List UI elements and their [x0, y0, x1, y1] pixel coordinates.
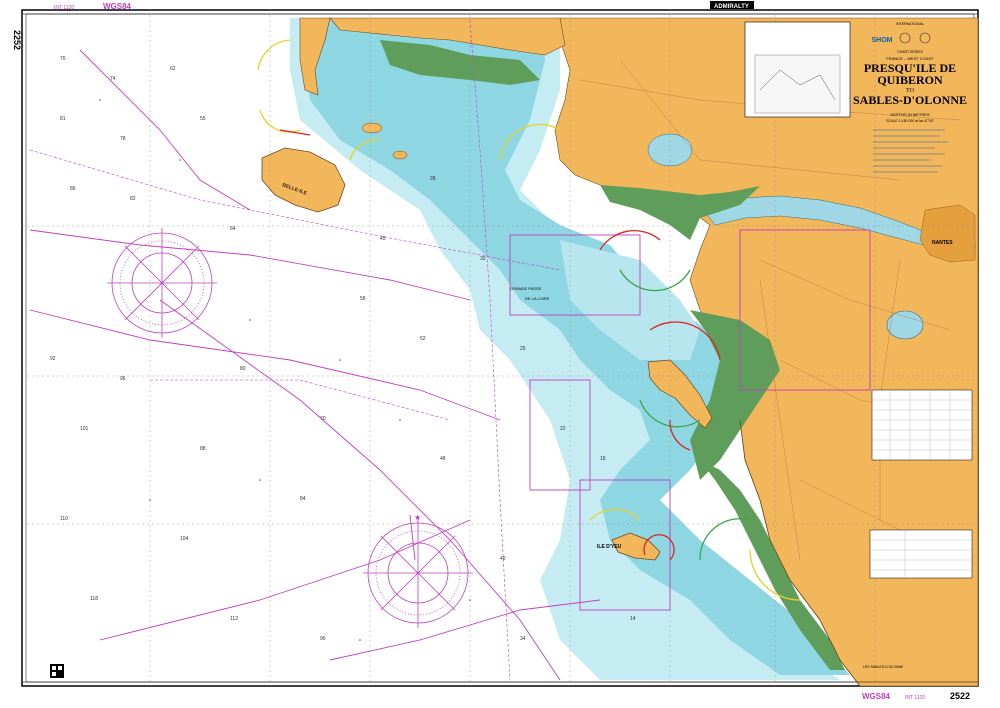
svg-text:25: 25 — [520, 346, 526, 352]
label-de-la-loire: DE LA LOIRE — [525, 296, 550, 301]
int-bottom: INT 1120 — [905, 695, 925, 701]
svg-text:82: 82 — [130, 196, 136, 202]
nautical-chart: 70 74 62 81 78 55 86 82 64 92 96 80 101 88 70 110 1… — [0, 0, 1000, 703]
chart-number-bottom: 2522 — [950, 691, 970, 701]
svg-text:104: 104 — [180, 536, 189, 542]
label-nantes: NANTES — [932, 240, 953, 246]
svg-text:86: 86 — [70, 186, 76, 192]
qr-code — [50, 664, 64, 678]
svg-text:96: 96 — [320, 636, 326, 642]
label-grande-passe: GRANDE PASSE — [510, 286, 542, 291]
title-line-3: SABLES-D'OLONNE — [853, 93, 967, 107]
svg-text:81: 81 — [60, 116, 66, 122]
svg-text:55: 55 — [200, 116, 206, 122]
houat-island — [361, 122, 383, 134]
svg-text:34: 34 — [520, 636, 526, 642]
svg-text:45: 45 — [380, 236, 386, 242]
datum-top: WGS84 — [103, 2, 132, 11]
svg-text:64: 64 — [230, 226, 236, 232]
shom-logo: SHOM — [872, 37, 893, 44]
svg-text:80: 80 — [240, 366, 246, 372]
svg-text:48: 48 — [440, 456, 446, 462]
svg-text:84: 84 — [300, 496, 306, 502]
svg-text:70: 70 — [320, 416, 326, 422]
depth-note: DEPTHS IN METRES — [890, 112, 929, 117]
svg-text:70: 70 — [60, 56, 66, 62]
title-line-2: QUIBERON — [877, 73, 943, 87]
svg-text:88: 88 — [200, 446, 206, 452]
label-sables: LES SABLES-D'OLONNE — [863, 665, 904, 669]
tidal-stream-table — [871, 389, 973, 461]
svg-text:40: 40 — [500, 556, 506, 562]
svg-text:14: 14 — [630, 616, 636, 622]
svg-text:112: 112 — [230, 616, 238, 622]
svg-text:110: 110 — [60, 516, 68, 522]
svg-text:78: 78 — [120, 136, 126, 142]
svg-text:62: 62 — [170, 66, 176, 72]
svg-text:74: 74 — [110, 76, 116, 82]
int-top: INT 1120 — [54, 5, 74, 11]
scale-note: SCALE 1:150 000 at lat 47°00' — [886, 119, 934, 123]
star-marker-icon: ★ — [414, 513, 421, 522]
datum-bottom: WGS84 — [862, 692, 891, 701]
svg-text:92: 92 — [50, 356, 56, 362]
svg-text:96: 96 — [120, 376, 126, 382]
lake-grand-lieu — [886, 310, 924, 340]
svg-text:52: 52 — [420, 336, 426, 342]
series-label: INTERNATIONAL — [896, 22, 924, 26]
svg-text:22: 22 — [560, 426, 566, 432]
svg-text:28: 28 — [430, 176, 436, 182]
svg-text:118: 118 — [90, 596, 98, 602]
chart-number-side: 2252 — [12, 30, 22, 50]
tide-levels-table — [869, 529, 973, 579]
label-ile-dyeu: ILE D'YEU — [597, 544, 622, 550]
svg-text:18: 18 — [600, 456, 606, 462]
chart-canvas[interactable]: 70 74 62 81 78 55 86 82 64 92 96 80 101 88 70 110 1… — [0, 0, 1000, 703]
chart-series-label: CHART SERIES — [897, 50, 923, 54]
publisher-label: ADMIRALTY — [714, 4, 749, 10]
svg-text:30: 30 — [480, 256, 486, 262]
svg-text:58: 58 — [360, 296, 366, 302]
hoedic-island — [392, 150, 408, 160]
svg-text:101: 101 — [80, 426, 89, 432]
